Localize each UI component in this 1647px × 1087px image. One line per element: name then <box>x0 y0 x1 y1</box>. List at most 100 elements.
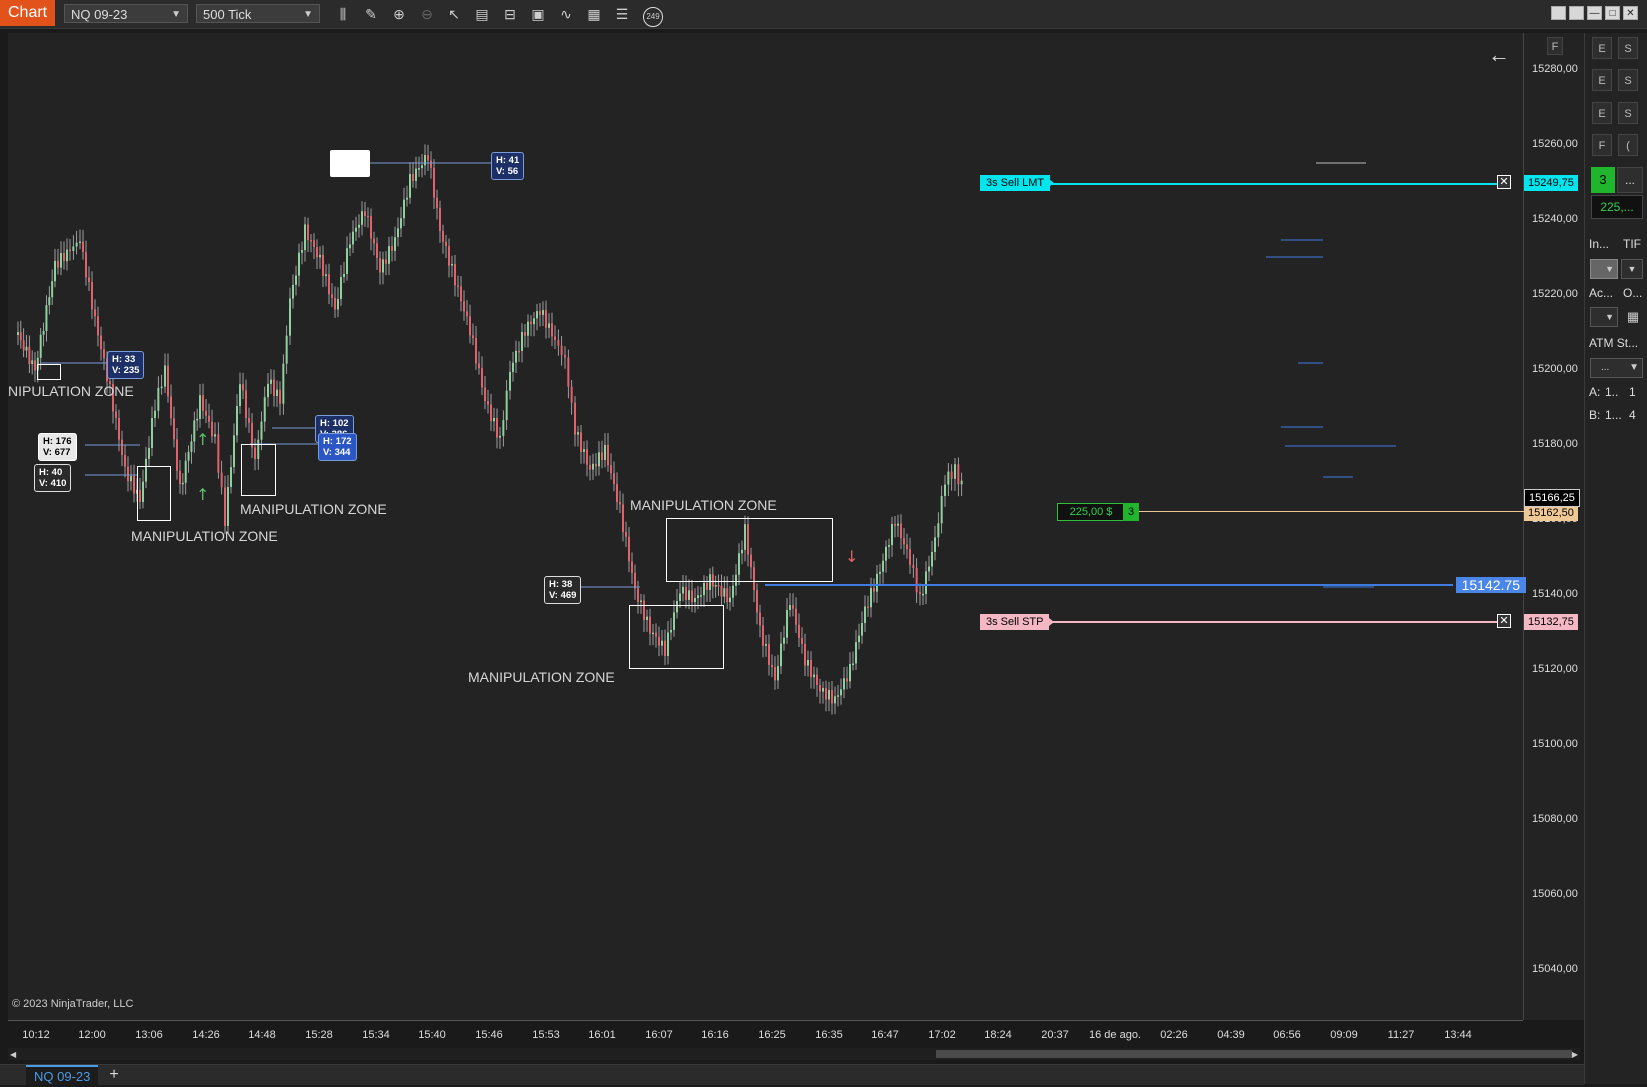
price-tick-label: 15060,00 <box>1532 888 1578 900</box>
more-button[interactable]: ... <box>1617 167 1643 193</box>
b-label: B: <box>1589 408 1601 422</box>
zoom-in-icon[interactable]: ⊕ <box>389 5 409 23</box>
hv-h: H: 102 <box>320 418 349 429</box>
hv-v: V: 235 <box>112 365 140 376</box>
zone-label: MANIPULATION ZONE <box>131 528 278 544</box>
chart-tab[interactable]: Chart <box>0 0 56 26</box>
position-pnl[interactable]: 225,00 $ <box>1057 503 1125 521</box>
chevron-down-icon: ▼ <box>1629 362 1639 373</box>
tif-label: TIF <box>1623 237 1641 251</box>
tab-nq-09-23[interactable]: NQ 09-23 <box>26 1065 99 1085</box>
maximize-icon[interactable]: □ <box>1605 6 1620 20</box>
list-icon[interactable]: ☰ <box>612 5 632 23</box>
account-select[interactable]: ▼ <box>1590 307 1618 327</box>
time-tick-label: 16:07 <box>645 1029 673 1041</box>
data-box-icon[interactable]: ▣ <box>528 5 548 23</box>
atm-select[interactable]: ... ▼ <box>1590 358 1643 378</box>
scroll-left-icon[interactable]: ◀ <box>10 1050 16 1059</box>
manipulation-zone-box[interactable] <box>666 518 833 582</box>
time-tick-label: 15:40 <box>418 1029 446 1041</box>
manipulation-zone-box[interactable] <box>241 444 276 496</box>
minimize-icon[interactable]: — <box>1587 6 1602 20</box>
scroll-right-icon[interactable]: ▶ <box>1572 1050 1578 1059</box>
instrument-label: In... <box>1589 237 1610 251</box>
panel-button[interactable]: F <box>1592 134 1612 156</box>
manipulation-zone-box[interactable] <box>37 364 61 380</box>
chevron-down-icon: ▼ <box>1605 264 1614 274</box>
position-qty[interactable]: 3 <box>1123 503 1139 521</box>
chart-scrollbar[interactable]: ◀ ▶ <box>8 1048 1580 1060</box>
cancel-order-icon[interactable]: ✕ <box>1497 175 1511 189</box>
price-tick-label: 15280,00 <box>1532 63 1578 75</box>
panel-button[interactable]: S <box>1618 69 1638 91</box>
calculator-icon[interactable]: ▦ <box>1623 307 1643 327</box>
price-tick-label: 15140,00 <box>1532 588 1578 600</box>
sell-lmt-line[interactable] <box>1052 183 1498 185</box>
time-tick-label: 15:53 <box>532 1029 560 1041</box>
cancel-order-icon[interactable]: ✕ <box>1497 614 1511 628</box>
a-value: 1.. <box>1605 385 1619 399</box>
indicators-icon[interactable]: ∿ <box>556 5 576 23</box>
horizontal-line[interactable] <box>765 584 1453 586</box>
time-tick-label: 02:26 <box>1160 1029 1188 1041</box>
scrollbar-thumb[interactable] <box>936 1050 1572 1058</box>
sell-stp-price-flag: 15132,75 <box>1524 614 1578 630</box>
bar-chart-icon[interactable]: ⫼ <box>333 5 353 23</box>
tif-select[interactable]: ▼ <box>1621 259 1643 279</box>
panel-button[interactable]: ( <box>1618 134 1638 156</box>
tile-icon[interactable] <box>1551 6 1566 20</box>
panel-button[interactable]: E <box>1592 102 1612 124</box>
hv-label[interactable]: H: 172 V: 344 <box>318 433 357 461</box>
manipulation-zone-box[interactable] <box>629 605 724 669</box>
price-tick-label: 15040,00 <box>1532 963 1578 975</box>
panel-button[interactable]: S <box>1618 37 1638 59</box>
note-box[interactable] <box>330 150 370 177</box>
sell-lmt-tag[interactable]: 3s Sell LMT <box>980 175 1051 191</box>
time-tick-label: 10:12 <box>22 1029 50 1041</box>
time-tick-label: 15:34 <box>362 1029 390 1041</box>
pointer-icon[interactable]: ↖ <box>444 5 464 23</box>
templates-icon[interactable]: ⊟ <box>500 5 520 23</box>
clock-badge-icon[interactable]: 249 <box>640 5 666 27</box>
time-tick-label: 14:48 <box>248 1029 276 1041</box>
b-value: 4 <box>1629 408 1636 422</box>
hv-v: V: 56 <box>496 166 519 177</box>
panel-button[interactable]: E <box>1592 69 1612 91</box>
hv-label[interactable]: H: 176 V: 677 <box>38 433 77 461</box>
instrument-value: NQ 09-23 <box>71 7 128 22</box>
price-tick-label: 15240,00 <box>1532 213 1578 225</box>
add-tab-button[interactable]: + <box>106 1065 122 1085</box>
time-tick-label: 12:00 <box>78 1029 106 1041</box>
sell-stp-line[interactable] <box>1052 621 1498 623</box>
hv-label[interactable]: H: 38 V: 469 <box>544 576 582 604</box>
tile-icon[interactable] <box>1569 6 1584 20</box>
instrument-select[interactable]: ▼ <box>1590 259 1618 279</box>
price-tick-label: 15180,00 <box>1532 438 1578 450</box>
b-value: 1... <box>1605 408 1622 422</box>
properties-icon[interactable]: ▤ <box>472 5 492 23</box>
f-button[interactable]: F <box>1547 37 1563 55</box>
time-tick-label: 16:01 <box>588 1029 616 1041</box>
price-tick-label: 15080,00 <box>1532 813 1578 825</box>
interval-selector[interactable]: 500 Tick ▼ <box>196 4 320 23</box>
panel-button[interactable]: E <box>1592 37 1612 59</box>
position-qty-box[interactable]: 3 <box>1591 167 1615 193</box>
hv-label[interactable]: H: 33 V: 235 <box>107 351 145 379</box>
zoom-out-icon[interactable]: ⊖ <box>417 5 437 23</box>
hv-label[interactable]: H: 40 V: 410 <box>34 464 72 492</box>
close-icon[interactable]: ✕ <box>1623 6 1638 20</box>
time-tick-label: 11:27 <box>1387 1029 1415 1041</box>
pencil-icon[interactable]: ✎ <box>361 5 381 23</box>
hv-label[interactable]: H: 41 V: 56 <box>491 152 525 180</box>
strategies-icon[interactable]: ▦ <box>584 5 604 23</box>
panel-button[interactable]: S <box>1618 102 1638 124</box>
manipulation-zone-box[interactable] <box>137 466 171 521</box>
time-tick-label: 20:37 <box>1041 1029 1069 1041</box>
price-tick-label: 15220,00 <box>1532 288 1578 300</box>
time-axis-line <box>8 1020 1523 1021</box>
sell-stp-tag[interactable]: 3s Sell STP <box>980 614 1050 630</box>
hv-v: V: 469 <box>549 590 577 601</box>
instrument-selector[interactable]: NQ 09-23 ▼ <box>64 4 188 23</box>
arrow-left-icon[interactable]: ← <box>1488 42 1510 68</box>
position-line[interactable] <box>1138 511 1524 512</box>
